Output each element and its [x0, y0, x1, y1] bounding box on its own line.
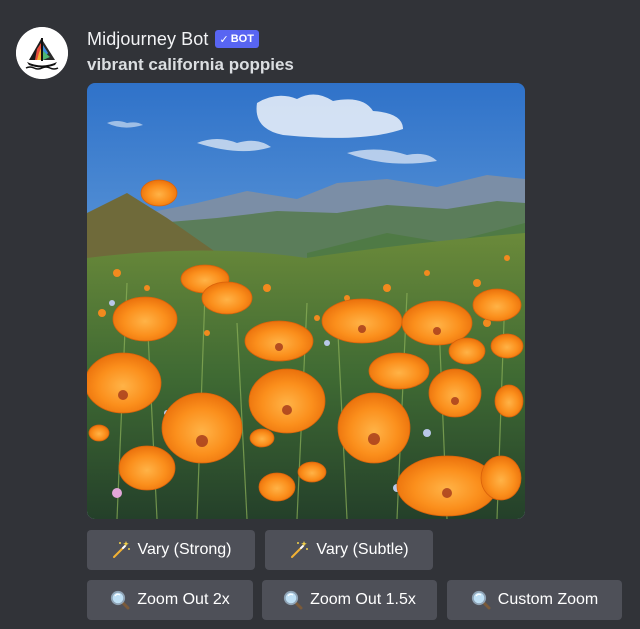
vary-subtle-label: Vary (Subtle): [316, 541, 409, 558]
magnifier-icon: [283, 590, 303, 610]
sparkles-icon: [289, 540, 309, 560]
zoom-out-2x-label: Zoom Out 2x: [137, 591, 230, 608]
avatar[interactable]: [16, 27, 68, 79]
message-header: Midjourney Bot ✓ BOT: [87, 27, 259, 51]
prompt-text: vibrant california poppies: [87, 55, 294, 74]
chat-message: Midjourney Bot ✓ BOT vibrant california …: [0, 0, 640, 629]
zoom-out-1-5x-label: Zoom Out 1.5x: [310, 591, 416, 608]
bot-badge-label: BOT: [230, 33, 254, 45]
generated-image-california-poppies: [87, 83, 525, 519]
custom-zoom-button[interactable]: Custom Zoom: [447, 580, 622, 620]
sparkles-icon: [111, 540, 131, 560]
vary-strong-label: Vary (Strong): [137, 541, 232, 558]
username[interactable]: Midjourney Bot: [87, 29, 208, 50]
zoom-out-1-5x-button[interactable]: Zoom Out 1.5x: [262, 580, 437, 620]
magnifier-icon: [110, 590, 130, 610]
sailboat-logo-icon: [16, 27, 68, 79]
vary-strong-button[interactable]: Vary (Strong): [87, 530, 255, 570]
generated-image[interactable]: [87, 83, 525, 519]
bot-badge: ✓ BOT: [215, 30, 259, 48]
magnifier-icon: [471, 590, 491, 610]
verified-check-icon: ✓: [219, 33, 229, 46]
vary-subtle-button[interactable]: Vary (Subtle): [265, 530, 433, 570]
custom-zoom-label: Custom Zoom: [497, 591, 599, 608]
zoom-out-2x-button[interactable]: Zoom Out 2x: [87, 580, 253, 620]
